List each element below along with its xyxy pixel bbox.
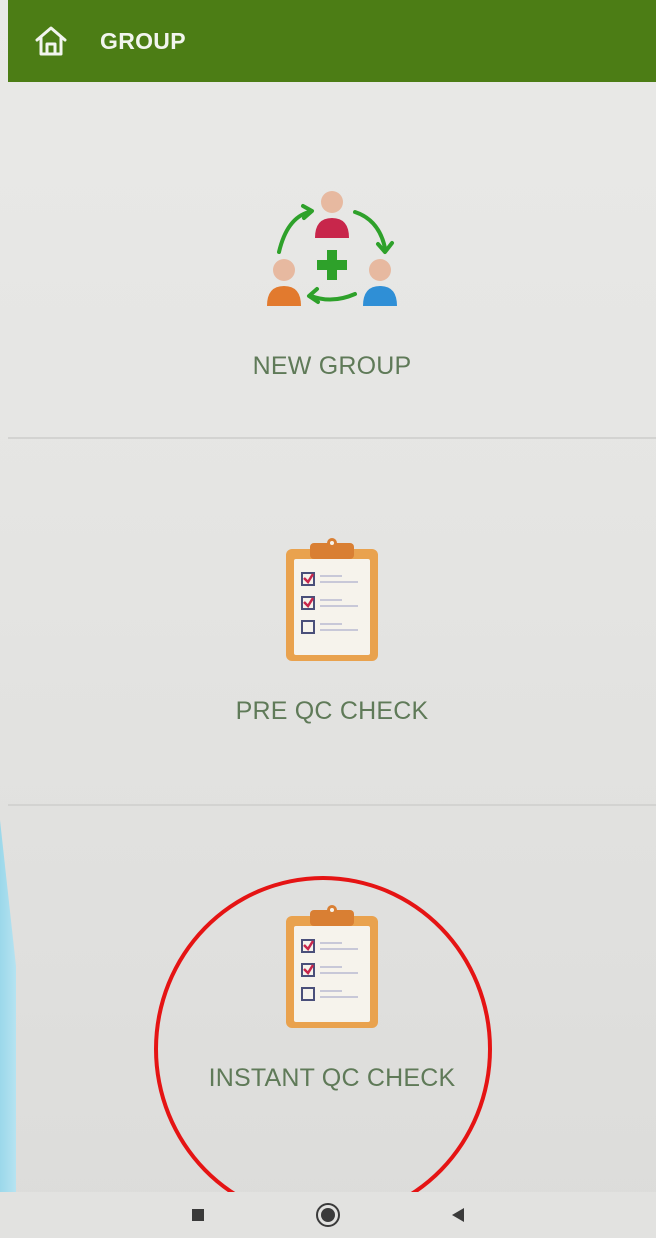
instant-qc-check-label: INSTANT QC CHECK xyxy=(208,1064,456,1092)
clipboard-checklist-icon xyxy=(286,538,378,661)
new-group-label: NEW GROUP xyxy=(252,352,412,380)
clipboard-checklist-icon xyxy=(286,905,378,1028)
pre-qc-check-label: PRE QC CHECK xyxy=(235,697,429,725)
pre-qc-check-button[interactable]: PRE QC CHECK xyxy=(8,537,656,726)
square-recents-icon[interactable] xyxy=(168,1195,228,1235)
phone-screen: GROUP NEW GROUP PRE QC CHECK INSTANT QC … xyxy=(0,0,656,1238)
page-title: GROUP xyxy=(100,27,186,54)
app-bar: GROUP xyxy=(8,0,656,82)
circle-home-icon[interactable] xyxy=(298,1195,358,1235)
group-menu: NEW GROUP PRE QC CHECK INSTANT QC CHECK xyxy=(8,82,656,1192)
new-group-button[interactable]: NEW GROUP xyxy=(8,182,656,381)
instant-qc-check-button[interactable]: INSTANT QC CHECK xyxy=(8,904,656,1093)
home-icon[interactable] xyxy=(32,22,70,60)
triangle-back-icon[interactable] xyxy=(428,1195,488,1235)
divider xyxy=(8,437,656,439)
divider xyxy=(8,804,656,806)
system-nav-bar xyxy=(0,1192,656,1238)
group-add-icon xyxy=(267,191,397,306)
